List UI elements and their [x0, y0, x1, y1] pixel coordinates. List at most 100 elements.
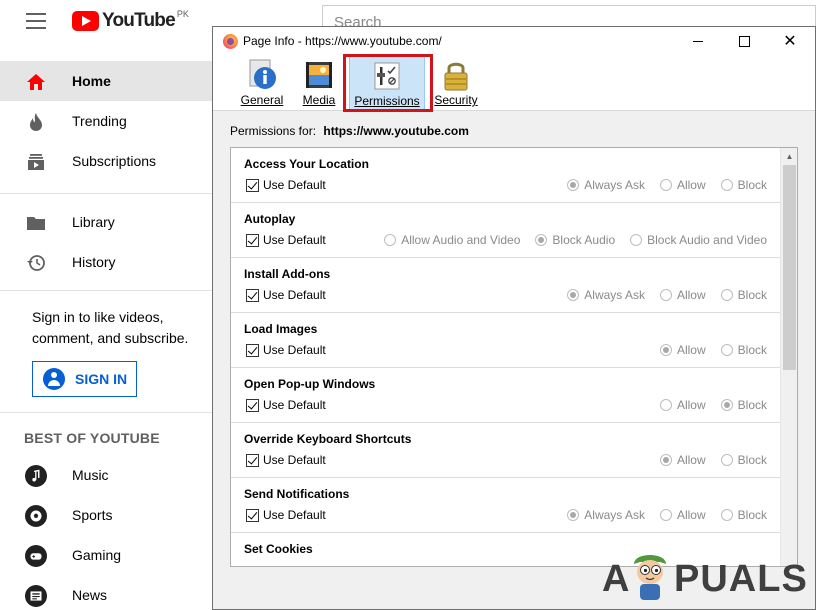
sidebar-divider — [0, 193, 212, 194]
sidebar-item-trending[interactable]: Trending — [0, 101, 212, 141]
tab-permissions[interactable]: Permissions — [349, 55, 425, 111]
radio-button[interactable] — [720, 344, 733, 356]
use-default-label: Use Default — [263, 233, 326, 247]
radio-button[interactable] — [720, 289, 733, 301]
scroll-thumb[interactable] — [783, 165, 796, 370]
checkmark-icon[interactable] — [246, 288, 259, 302]
permissions-list[interactable]: Set Cookies Send Notifications Use Default… — [230, 147, 798, 567]
radio-button[interactable] — [659, 289, 672, 301]
radio-label: Allow — [676, 288, 706, 302]
radio-button[interactable] — [535, 234, 548, 246]
use-default-label: Use Default — [263, 288, 326, 302]
use-default-checkbox[interactable]: Use Default — [246, 233, 326, 247]
sidebar-item-label: Music — [72, 467, 109, 483]
radio-button[interactable] — [659, 344, 672, 356]
menu-icon[interactable] — [26, 13, 46, 29]
radio-button[interactable] — [720, 399, 733, 411]
radio-label: Block — [737, 508, 767, 522]
radio-option[interactable]: Allow — [659, 453, 706, 467]
dialog-titlebar[interactable]: Page Info - https://www.youtube.com/ ✕ — [213, 27, 815, 55]
radio-button[interactable] — [659, 179, 672, 191]
radio-option[interactable]: Allow — [659, 288, 706, 302]
music-icon — [25, 465, 47, 487]
radio-button[interactable] — [720, 509, 733, 521]
permission-name: Load Images — [244, 322, 318, 336]
permission-name: Open Pop-up Windows — [244, 377, 376, 391]
checkmark-icon[interactable] — [246, 233, 259, 247]
tab-media[interactable]: Media — [299, 55, 339, 111]
sidebar-item-music[interactable]: Music — [0, 455, 212, 495]
use-default-checkbox[interactable]: Use Default — [246, 343, 326, 357]
use-default-checkbox[interactable]: Use Default — [246, 288, 326, 302]
tab-label: General — [240, 93, 284, 107]
maximize-button[interactable] — [721, 27, 767, 55]
radio-option[interactable]: Block Audio — [535, 233, 615, 247]
permission-options: Allow Block — [645, 343, 767, 357]
radio-button[interactable] — [567, 289, 580, 301]
checkmark-icon[interactable] — [246, 343, 259, 357]
radio-label: Always Ask — [584, 178, 645, 192]
radio-button[interactable] — [659, 454, 672, 466]
sidebar-item-home[interactable]: Home — [0, 61, 212, 101]
radio-button[interactable] — [567, 509, 580, 521]
tab-general[interactable]: General — [239, 55, 285, 111]
radio-option[interactable]: Block — [720, 343, 767, 357]
permissions-scrollbar[interactable]: ▲ — [780, 148, 797, 566]
sidebar-item-sports[interactable]: Sports — [0, 495, 212, 535]
radio-button[interactable] — [720, 179, 733, 191]
radio-button[interactable] — [659, 509, 672, 521]
tab-security[interactable]: Security — [433, 55, 479, 111]
sidebar-item-news[interactable]: News — [0, 575, 212, 610]
radio-option[interactable]: Allow — [659, 343, 706, 357]
sidebar-item-label: Home — [72, 73, 111, 89]
radio-button[interactable] — [630, 234, 643, 246]
radio-option[interactable]: Block Audio and Video — [630, 233, 767, 247]
radio-option[interactable]: Always Ask — [567, 178, 645, 192]
radio-option[interactable]: Allow — [659, 178, 706, 192]
radio-option[interactable]: Always Ask — [567, 508, 645, 522]
use-default-label: Use Default — [263, 398, 326, 412]
checkmark-icon[interactable] — [246, 453, 259, 467]
sidebar-item-gaming[interactable]: Gaming — [0, 535, 212, 575]
use-default-checkbox[interactable]: Use Default — [246, 453, 326, 467]
dialog-title: Page Info - https://www.youtube.com/ — [243, 34, 442, 48]
use-default-label: Use Default — [263, 508, 326, 522]
radio-option[interactable]: Block — [720, 453, 767, 467]
screenshot-root: { "youtube": { "logo_word": "YouTube", "… — [0, 0, 816, 610]
use-default-label: Use Default — [263, 453, 326, 467]
watermark-letter-a: A — [602, 558, 631, 600]
use-default-checkbox[interactable]: Use Default — [246, 398, 326, 412]
permissions-for-line: Permissions for: https://www.youtube.com — [230, 124, 469, 138]
sidebar-item-subscriptions[interactable]: Subscriptions — [0, 141, 212, 181]
radio-option[interactable]: Block — [720, 398, 767, 412]
scroll-up-arrow-icon[interactable]: ▲ — [781, 148, 797, 165]
checkmark-icon[interactable] — [246, 508, 259, 522]
permission-options: Allow Audio and Video Block Audio Block Au… — [369, 233, 767, 247]
media-icon — [303, 58, 335, 92]
checkmark-icon[interactable] — [246, 178, 259, 192]
radio-option[interactable]: Always Ask — [567, 288, 645, 302]
radio-button[interactable] — [659, 399, 672, 411]
minimize-button[interactable] — [675, 27, 721, 55]
radio-label: Allow — [676, 343, 706, 357]
radio-option[interactable]: Block — [720, 288, 767, 302]
checkmark-icon[interactable] — [246, 398, 259, 412]
youtube-logo[interactable]: YouTube PK — [72, 9, 189, 32]
sign-in-button[interactable]: SIGN IN — [32, 361, 137, 397]
folder-icon — [25, 212, 47, 234]
radio-option[interactable]: Block — [720, 508, 767, 522]
use-default-checkbox[interactable]: Use Default — [246, 508, 326, 522]
radio-option[interactable]: Allow — [659, 398, 706, 412]
mascot-icon — [630, 548, 670, 604]
radio-option[interactable]: Allow — [659, 508, 706, 522]
radio-option[interactable]: Allow Audio and Video — [384, 233, 520, 247]
sidebar-item-library[interactable]: Library — [0, 202, 212, 242]
radio-button[interactable] — [720, 454, 733, 466]
use-default-checkbox[interactable]: Use Default — [246, 178, 326, 192]
radio-option[interactable]: Block — [720, 178, 767, 192]
close-button[interactable]: ✕ — [767, 27, 813, 55]
radio-button[interactable] — [567, 179, 580, 191]
account-icon — [43, 368, 65, 390]
radio-button[interactable] — [384, 234, 397, 246]
sidebar-item-history[interactable]: History — [0, 242, 212, 282]
